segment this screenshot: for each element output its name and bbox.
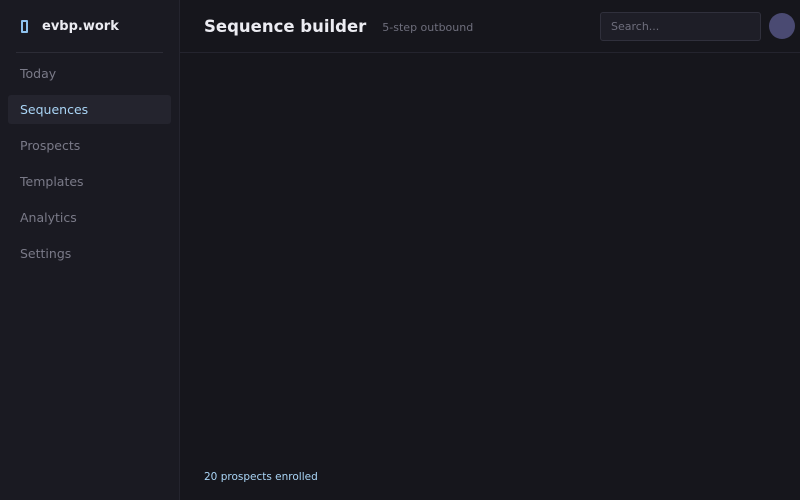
sidebar-item-today[interactable]: Today [8,59,171,88]
sequence-canvas [180,53,800,500]
sidebar-item-label: Settings [20,246,72,261]
sidebar-item-label: Analytics [20,210,77,225]
sidebar-item-label: Today [20,66,57,81]
avatar[interactable] [769,13,795,39]
sidebar: evbp.work Today Sequences Prospects Temp… [0,0,180,500]
brand[interactable]: evbp.work [16,0,163,53]
brand-logo-icon [21,19,28,33]
app-shell: evbp.work Today Sequences Prospects Temp… [0,0,800,500]
enrolled-status: 20 prospects enrolled [204,471,318,483]
brand-name: evbp.work [42,18,119,34]
sidebar-item-analytics[interactable]: Analytics [8,203,171,232]
sidebar-nav: Today Sequences Prospects Templates Anal… [0,53,179,268]
sidebar-item-templates[interactable]: Templates [8,167,171,196]
search-input[interactable] [600,12,761,41]
sidebar-item-label: Prospects [20,138,81,153]
sidebar-item-label: Templates [20,174,84,189]
main-panel: Sequence builder 5-step outbound 20 pros… [180,0,800,500]
sidebar-item-sequences[interactable]: Sequences [8,95,171,124]
page-title: Sequence builder [204,16,367,36]
sidebar-item-settings[interactable]: Settings [8,239,171,268]
sidebar-item-label: Sequences [20,102,89,117]
sidebar-item-prospects[interactable]: Prospects [8,131,171,160]
page-subtitle: 5-step outbound [382,21,474,34]
